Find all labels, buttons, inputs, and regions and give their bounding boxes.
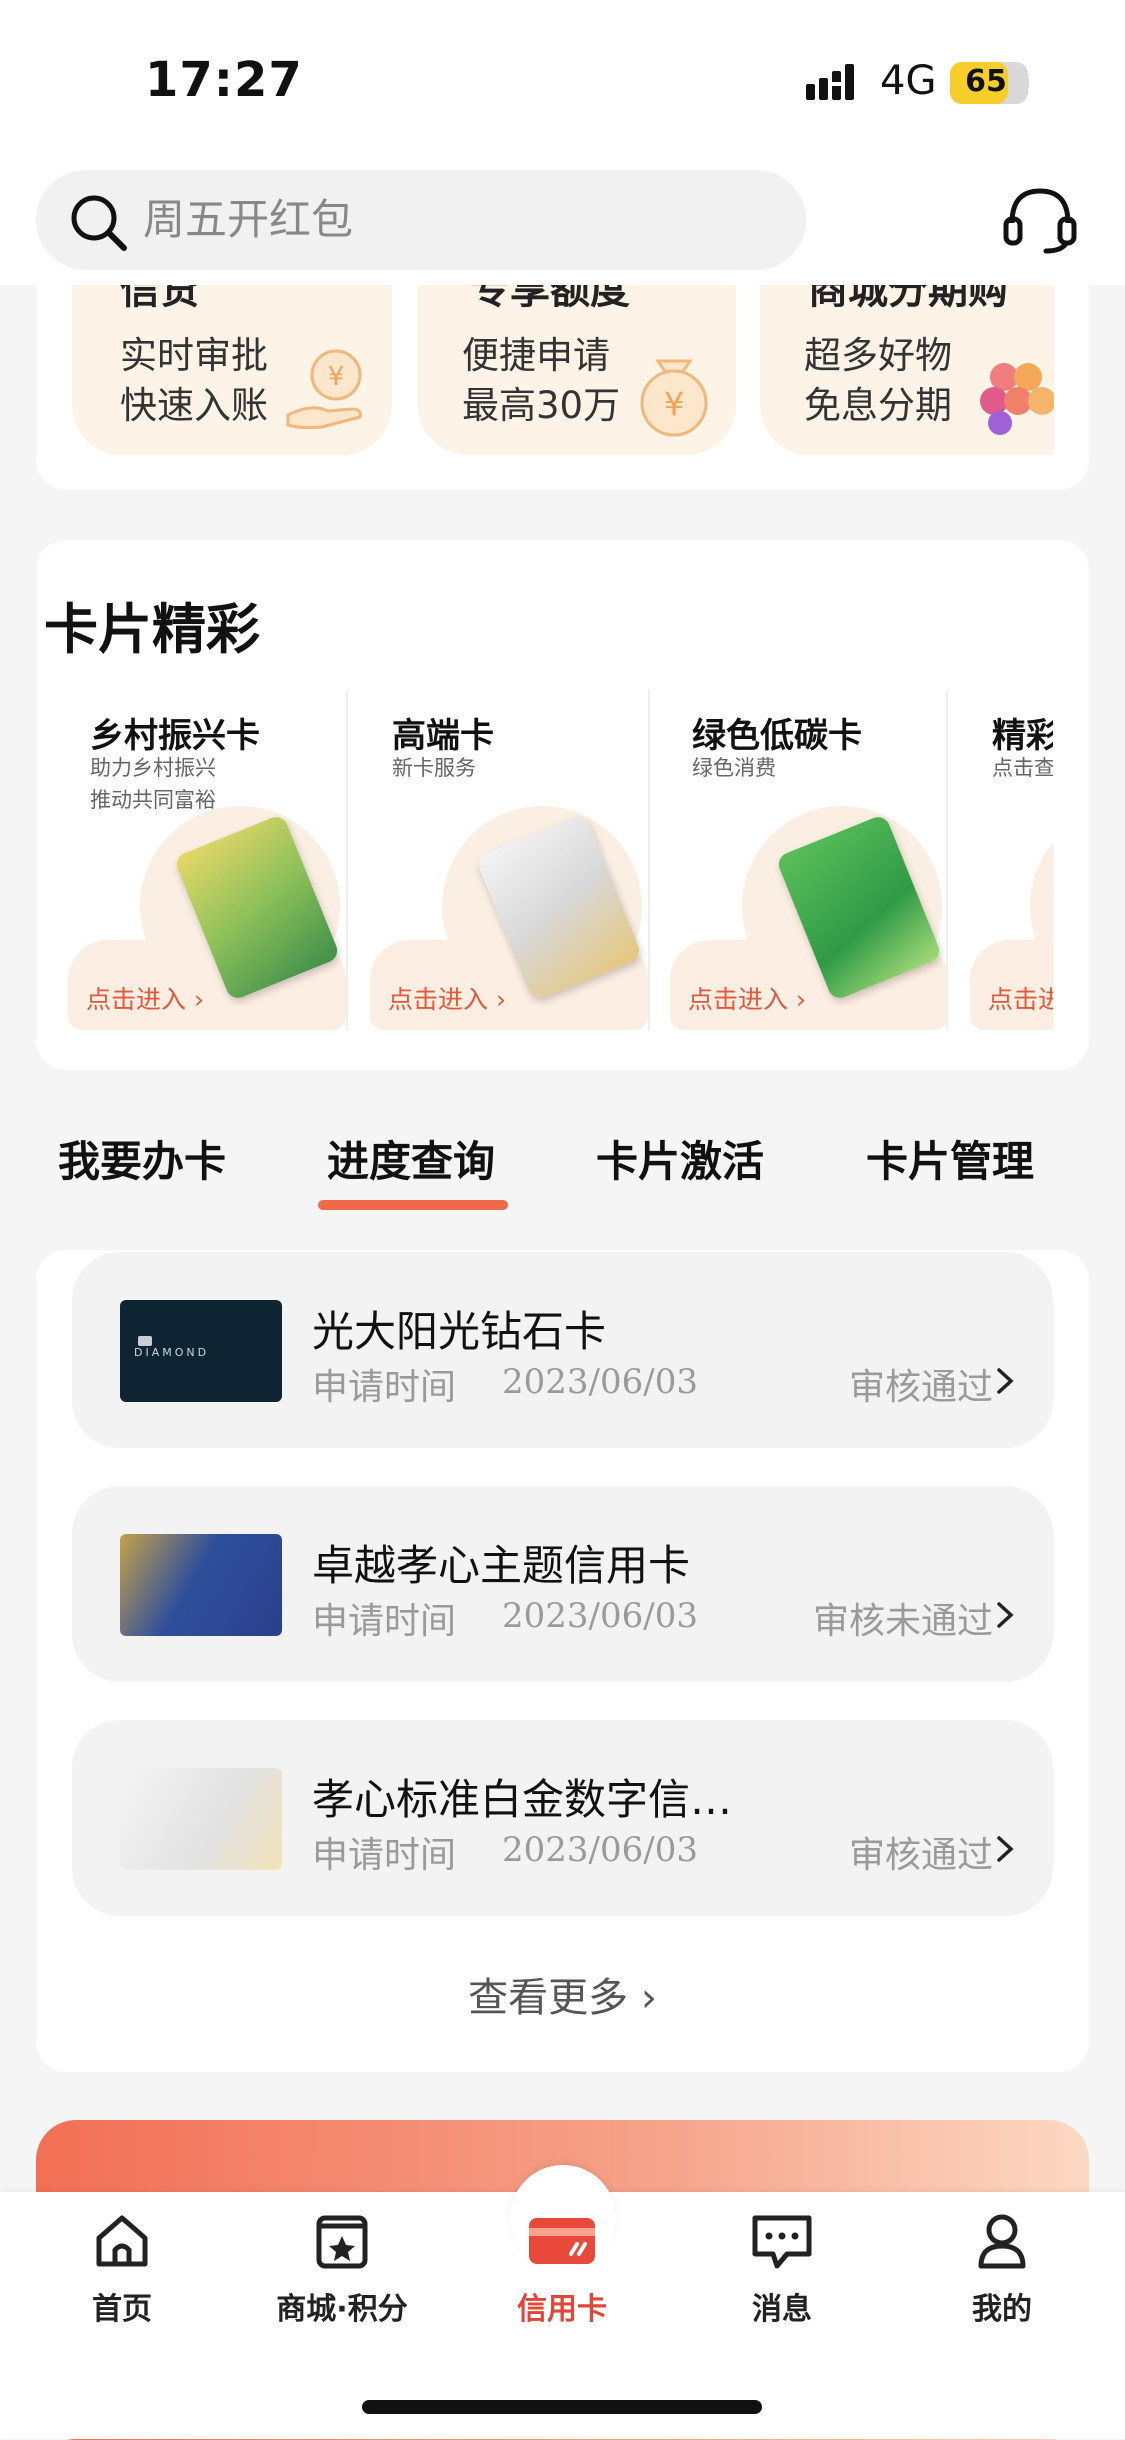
promo-line: 实时审批 — [120, 334, 268, 377]
promo-item-loan[interactable]: 信贷 实时审批 快速入账 ¥ — [72, 285, 392, 455]
promo-line: 快速入账 — [120, 384, 268, 427]
card-carousel[interactable]: 乡村振兴卡 助力乡村振兴 推动共同富裕 点击进入 › 高端卡 新卡服务 点击进入… — [68, 690, 1053, 1030]
application-title: 卓越孝心主题信用卡 — [312, 1541, 691, 1590]
customer-service-icon[interactable] — [1000, 185, 1080, 255]
application-status: 审核未通过 — [812, 1601, 993, 1642]
money-bag-icon: ¥ — [640, 359, 708, 437]
card-name: 高端卡 — [392, 716, 494, 756]
store-star-icon — [316, 2215, 368, 2269]
nav-messages[interactable]: 消息 — [702, 2210, 862, 2328]
enter-link[interactable]: 点击进入 › — [388, 980, 506, 1016]
application-title: 孝心标准白金数字信… — [312, 1775, 733, 1824]
application-label: 申请时间 — [312, 1835, 457, 1876]
status-time: 17:27 — [145, 52, 303, 108]
promo-item-quota[interactable]: 专享额度 便捷申请 最高30万 ¥ — [418, 285, 736, 455]
battery-percent: 65 — [965, 64, 1007, 99]
card-subtitle: 新卡服务 — [392, 756, 476, 780]
promo-line: 最高30万 — [462, 384, 621, 427]
nav-home[interactable]: 首页 — [42, 2210, 202, 2328]
profile-icon — [978, 2214, 1026, 2269]
nav-mall-points[interactable]: 商城·积分 — [262, 2210, 422, 2328]
svg-text:¥: ¥ — [328, 362, 345, 392]
home-indicator — [362, 2400, 762, 2414]
application-label: 申请时间 — [312, 1601, 457, 1642]
application-row[interactable]: 孝心标准白金数字信… 申请时间 2023/06/03 审核通过 — [72, 1720, 1053, 1916]
application-title: 光大阳光钻石卡 — [312, 1307, 607, 1356]
view-more-link[interactable]: 查看更多 › — [0, 1965, 1125, 2023]
enter-link[interactable]: 点击进入 › — [688, 980, 806, 1016]
promo-head: 信贷 — [120, 285, 200, 313]
tab-card-activation[interactable]: 卡片激活 — [596, 1128, 764, 1189]
card-name: 乡村振兴卡 — [90, 716, 260, 756]
network-label: 4G — [880, 58, 937, 104]
application-date: 2023/06/03 — [502, 1830, 698, 1870]
promo-line: 免息分期 — [804, 384, 952, 427]
card-tile-premium[interactable]: 高端卡 新卡服务 点击进入 › — [370, 690, 648, 1030]
promo-line: 便捷申请 — [462, 334, 610, 377]
chevron-right-icon — [997, 1368, 1014, 1394]
nav-credit-card[interactable]: 信用卡 — [482, 2210, 642, 2328]
chevron-right-icon — [997, 1602, 1014, 1628]
enter-link[interactable]: 点击进入 › — [86, 980, 204, 1016]
card-name: 精彩 — [992, 716, 1053, 756]
nav-profile[interactable]: 我的 — [922, 2210, 1082, 2328]
card-tile-rural[interactable]: 乡村振兴卡 助力乡村振兴 推动共同富裕 点击进入 › — [68, 690, 346, 1030]
card-subtitle: 助力乡村振兴 推动共同富裕 — [90, 756, 216, 812]
card-thumbnail-platinum — [120, 1768, 282, 1870]
tab-progress-query[interactable]: 进度查询 — [327, 1128, 495, 1189]
card-tile-more[interactable]: 精彩 点击查 点击进 — [970, 690, 1053, 1030]
application-status: 审核通过 — [848, 1835, 993, 1876]
signal-icon — [806, 64, 854, 100]
section-title: 卡片精彩 — [44, 598, 260, 661]
home-icon — [96, 2215, 148, 2267]
tab-card-management[interactable]: 卡片管理 — [866, 1128, 1034, 1189]
card-name: 绿色低碳卡 — [692, 716, 862, 756]
fruit-icon — [980, 363, 1054, 435]
search-placeholder[interactable]: 周五开红包 — [143, 192, 353, 248]
application-status: 审核通过 — [848, 1367, 993, 1408]
card-tile-green[interactable]: 绿色低碳卡 绿色消费 点击进入 › — [670, 690, 948, 1030]
chevron-right-icon — [997, 1836, 1014, 1862]
promo-item-installment[interactable]: 商城分期购 超多好物 免息分期 — [760, 285, 1054, 455]
tab-apply-card[interactable]: 我要办卡 — [58, 1128, 226, 1189]
card-thumbnail-filial — [120, 1534, 282, 1636]
yen-hand-icon: ¥ — [286, 349, 362, 430]
promo-head: 专享额度 — [470, 285, 630, 313]
application-row[interactable]: 卓越孝心主题信用卡 申请时间 2023/06/03 审核未通过 — [72, 1486, 1053, 1682]
application-row[interactable]: DIAMOND 光大阳光钻石卡 申请时间 2023/06/03 审核通过 — [72, 1252, 1053, 1448]
card-subtitle: 点击查 — [992, 756, 1053, 780]
credit-card-icon — [529, 2218, 595, 2264]
application-label: 申请时间 — [312, 1367, 457, 1408]
application-date: 2023/06/03 — [502, 1596, 698, 1636]
promo-head: 商城分期购 — [808, 285, 1008, 313]
active-tab-indicator — [318, 1200, 508, 1210]
application-date: 2023/06/03 — [502, 1362, 698, 1402]
message-icon — [752, 2215, 812, 2269]
search-icon — [71, 195, 127, 251]
promo-line: 超多好物 — [804, 334, 952, 377]
enter-link[interactable]: 点击进 — [988, 980, 1053, 1016]
battery-tip — [1024, 76, 1029, 90]
svg-text:¥: ¥ — [664, 385, 684, 423]
card-subtitle: 绿色消费 — [692, 756, 776, 780]
card-thumbnail-diamond: DIAMOND — [120, 1300, 282, 1402]
